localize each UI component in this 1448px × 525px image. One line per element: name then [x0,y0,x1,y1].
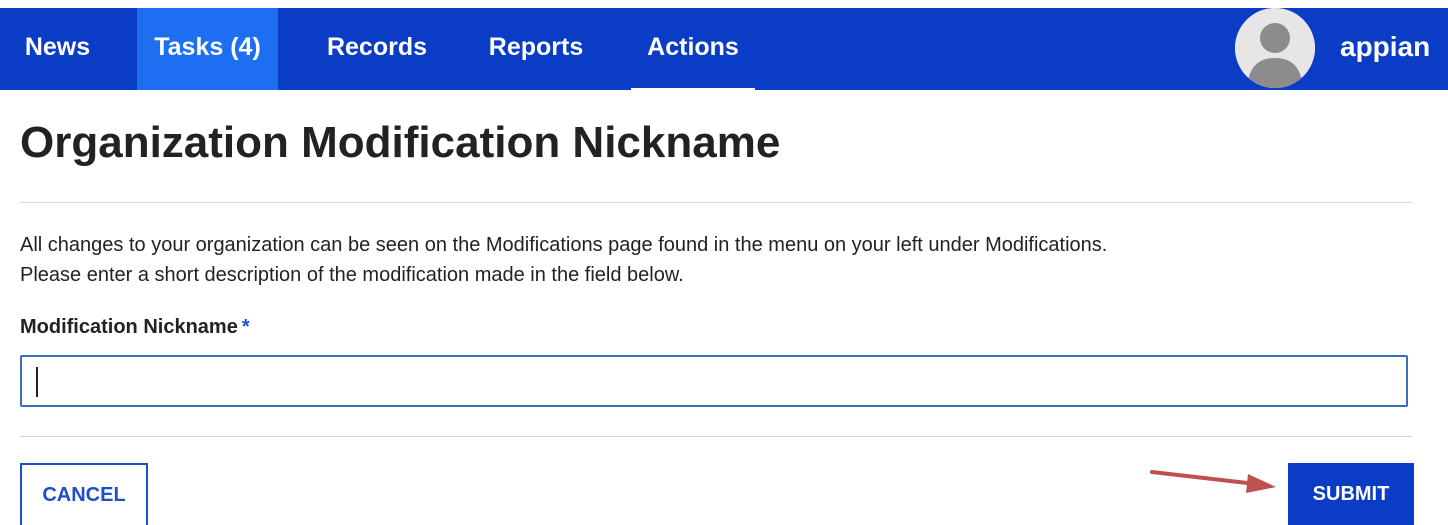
nav-tab-records[interactable]: Records [300,8,454,90]
appian-logo[interactable]: appian [1340,8,1430,90]
text-cursor [36,367,38,397]
form-divider [20,436,1412,437]
user-avatar-icon[interactable] [1235,8,1315,88]
nav-tab-tasks[interactable]: Tasks (4) [137,8,278,90]
page-title: Organization Modification Nickname [20,118,781,167]
top-navigation-bar: News Tasks (4) Records Reports Actions a… [0,8,1448,93]
modification-nickname-input[interactable] [20,355,1408,407]
red-arrow-icon [1150,470,1276,493]
submit-button[interactable]: SUBMIT [1288,463,1414,525]
description-line-1: All changes to your organization can be … [20,234,1108,256]
nickname-label-text: Modification Nickname [20,316,238,338]
description-line-2: Please enter a short description of the … [20,264,684,286]
nav-tab-news[interactable]: News [0,8,115,90]
active-tab-indicator [631,88,755,93]
nav-tab-reports[interactable]: Reports [466,8,606,90]
title-divider [20,202,1412,203]
required-asterisk: * [241,316,250,338]
cancel-button[interactable]: CANCEL [20,463,148,525]
nickname-field-label: Modification Nickname * [20,316,250,339]
page-description: All changes to your organization can be … [20,230,1430,290]
nav-tab-actions[interactable]: Actions [627,8,759,90]
